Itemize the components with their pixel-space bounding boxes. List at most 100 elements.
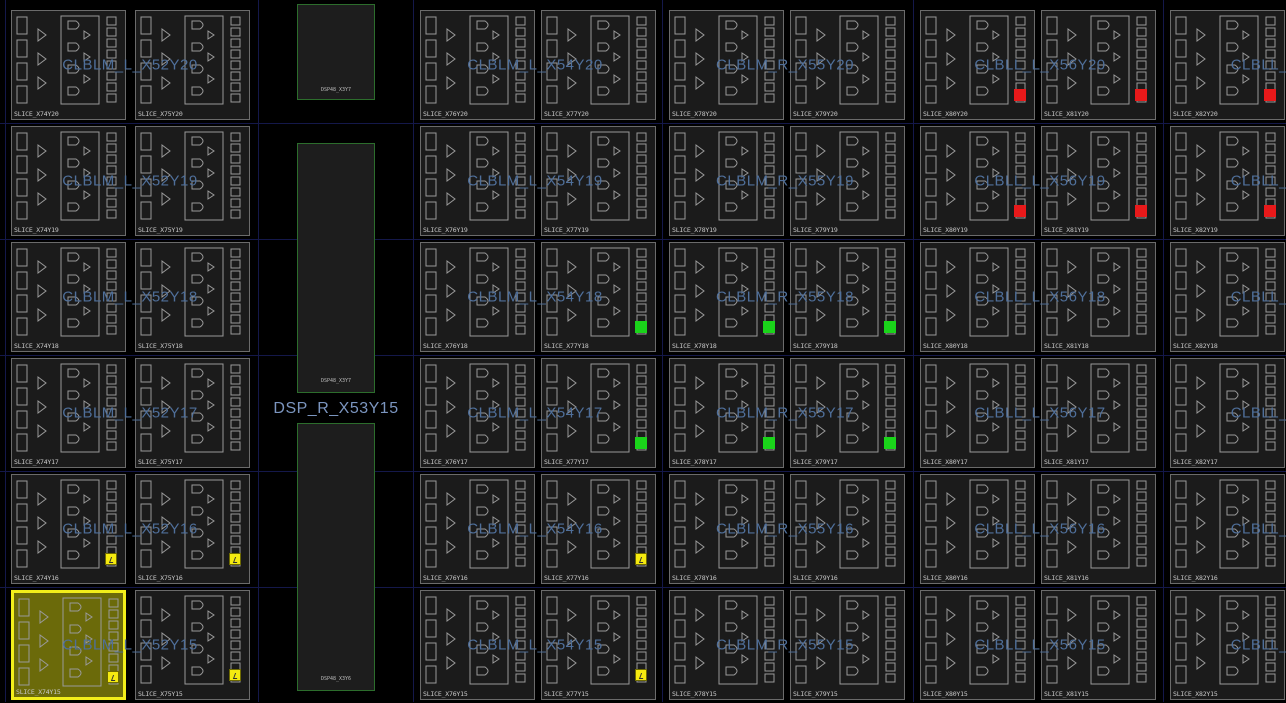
tile-name-label: CLBLL_R	[1230, 172, 1286, 190]
tile-grid-line-v	[913, 0, 914, 702]
slice-site-label: SLICE_X74Y17	[14, 458, 59, 466]
placed-cell-marker-green[interactable]	[763, 321, 775, 333]
dsp48-site[interactable]: DSP48_X3Y7	[297, 143, 375, 393]
slice-site-label: SLICE_X76Y16	[423, 574, 468, 582]
tile-name-label: CLBLM_R_X55Y16	[716, 520, 854, 538]
slice-site-label: SLICE_X77Y18	[544, 342, 589, 350]
slice-site-label: SLICE_X78Y17	[672, 458, 717, 466]
placed-cell-marker-yellow[interactable]	[635, 669, 647, 681]
slice-site-label: SLICE_X75Y19	[138, 226, 183, 234]
tile-grid-line-v	[413, 0, 414, 702]
slice-site-label: SLICE_X80Y16	[923, 574, 968, 582]
slice-site-label: SLICE_X75Y20	[138, 110, 183, 118]
slice-site-label: SLICE_X77Y17	[544, 458, 589, 466]
slice-site-label: SLICE_X82Y20	[1173, 110, 1218, 118]
placed-cell-marker-green[interactable]	[763, 437, 775, 449]
slice-site-label: SLICE_X75Y15	[138, 690, 183, 698]
slice-site-label: SLICE_X76Y20	[423, 110, 468, 118]
tile-name-label: CLBLM_R_X55Y19	[716, 172, 854, 190]
tile-grid-line-h	[0, 587, 1286, 588]
slice-site-label: SLICE_X74Y16	[14, 574, 59, 582]
tile-name-label: CLBLL_L_X56Y19	[974, 172, 1106, 190]
placed-cell-marker-red[interactable]	[1014, 205, 1026, 217]
placed-cell-marker-yellow[interactable]	[229, 553, 241, 565]
placed-cell-marker-yellow[interactable]	[107, 671, 119, 683]
slice-site-label: SLICE_X82Y16	[1173, 574, 1218, 582]
tile-name-label: CLBLM_L_X54Y18	[467, 288, 603, 306]
slice-site-label: SLICE_X79Y17	[793, 458, 838, 466]
tile-grid-line-h	[0, 355, 1286, 356]
slice-site-label: SLICE_X79Y18	[793, 342, 838, 350]
tile-name-label: CLBLM_R_X55Y17	[716, 404, 854, 422]
slice-site-label: SLICE_X82Y19	[1173, 226, 1218, 234]
slice-site-label: SLICE_X81Y17	[1044, 458, 1089, 466]
placed-cell-marker-red[interactable]	[1014, 89, 1026, 101]
slice-site-label: SLICE_X76Y18	[423, 342, 468, 350]
slice-site-label: SLICE_X75Y16	[138, 574, 183, 582]
slice-site-label: SLICE_X82Y15	[1173, 690, 1218, 698]
tile-grid-line-v	[5, 0, 6, 702]
slice-site-label: SLICE_X75Y17	[138, 458, 183, 466]
slice-site-label: SLICE_X79Y16	[793, 574, 838, 582]
tile-name-label: CLBLL_L_X56Y15	[974, 636, 1106, 654]
slice-site-label: SLICE_X77Y19	[544, 226, 589, 234]
slice-site-label: SLICE_X74Y18	[14, 342, 59, 350]
tile-grid-line-v	[258, 0, 259, 702]
tile-name-label: CLBLM_L_X54Y17	[467, 404, 603, 422]
placed-cell-marker-red[interactable]	[1264, 205, 1276, 217]
slice-site-label: SLICE_X77Y20	[544, 110, 589, 118]
device-view-canvas[interactable]: SLICE_X74Y20 SLICE_X75Y20 SLICE_X76Y20 SLIC…	[0, 0, 1286, 702]
dsp48-site-label: DSP48_X3Y7	[320, 378, 352, 384]
placed-cell-marker-green[interactable]	[635, 321, 647, 333]
placed-cell-marker-yellow[interactable]	[105, 553, 117, 565]
placed-cell-marker-green[interactable]	[635, 437, 647, 449]
slice-site-label: SLICE_X80Y20	[923, 110, 968, 118]
tile-name-label: CLBLM_R_X55Y15	[716, 636, 854, 654]
placed-cell-marker-red[interactable]	[1264, 89, 1276, 101]
dsp48-site[interactable]: DSP48_X3Y7	[297, 4, 375, 100]
tile-grid-line-h	[0, 123, 1286, 124]
tile-name-label: CLBLL_L_X56Y20	[974, 56, 1106, 74]
tile-name-label: CLBLM_L_X54Y15	[467, 636, 603, 654]
tile-name-label: CLBLM_R_X55Y20	[716, 56, 854, 74]
tile-grid-line-v	[662, 0, 663, 702]
slice-site-label: SLICE_X81Y18	[1044, 342, 1089, 350]
tile-name-label: CLBLM_L_X52Y18	[62, 288, 198, 306]
slice-site-label: SLICE_X79Y19	[793, 226, 838, 234]
placed-cell-marker-yellow[interactable]	[635, 553, 647, 565]
dsp-tile-name-label: DSP_R_X53Y15	[273, 400, 399, 417]
slice-site-label: SLICE_X75Y18	[138, 342, 183, 350]
slice-site-label: SLICE_X74Y20	[14, 110, 59, 118]
placed-cell-marker-green[interactable]	[884, 321, 896, 333]
placed-cell-marker-yellow[interactable]	[229, 669, 241, 681]
slice-site-label: SLICE_X80Y17	[923, 458, 968, 466]
tile-name-label: CLBLM_L_X52Y20	[62, 56, 198, 74]
slice-site-label: SLICE_X78Y15	[672, 690, 717, 698]
placed-cell-marker-green[interactable]	[884, 437, 896, 449]
tile-name-label: CLBLM_L_X52Y16	[62, 520, 198, 538]
slice-site-label: SLICE_X78Y20	[672, 110, 717, 118]
slice-site-label: SLICE_X76Y15	[423, 690, 468, 698]
placed-cell-marker-red[interactable]	[1135, 89, 1147, 101]
tile-name-label: CLBLL_R	[1230, 636, 1286, 654]
tile-name-label: CLBLM_L_X52Y19	[62, 172, 198, 190]
slice-site-label: SLICE_X81Y16	[1044, 574, 1089, 582]
tile-name-label: CLBLL_R	[1230, 520, 1286, 538]
tile-name-label: CLBLL_R	[1230, 56, 1286, 74]
tile-grid-line-v	[1163, 0, 1164, 702]
tile-name-label: CLBLM_L_X54Y20	[467, 56, 603, 74]
slice-site-label: SLICE_X74Y19	[14, 226, 59, 234]
dsp48-site[interactable]: DSP48_X3Y6	[297, 423, 375, 691]
tile-name-label: CLBLM_L_X54Y19	[467, 172, 603, 190]
slice-site-label: SLICE_X81Y19	[1044, 226, 1089, 234]
slice-site-label: SLICE_X80Y15	[923, 690, 968, 698]
slice-site-label: SLICE_X81Y20	[1044, 110, 1089, 118]
tile-name-label: CLBLM_R_X55Y18	[716, 288, 854, 306]
tile-grid-line-h	[0, 471, 1286, 472]
slice-site-label: SLICE_X81Y15	[1044, 690, 1089, 698]
dsp48-site-label: DSP48_X3Y7	[320, 87, 352, 93]
slice-site-label: SLICE_X82Y18	[1173, 342, 1218, 350]
tile-name-label: CLBLL_L_X56Y16	[974, 520, 1106, 538]
slice-site-label: SLICE_X78Y16	[672, 574, 717, 582]
placed-cell-marker-red[interactable]	[1135, 205, 1147, 217]
